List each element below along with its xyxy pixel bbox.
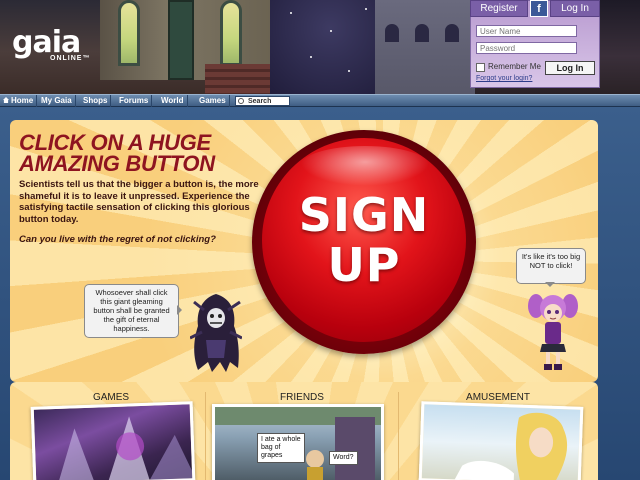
friends-thumbnail[interactable]: I ate a whole bag of grapes Word? bbox=[212, 404, 384, 480]
window-decoration bbox=[220, 0, 242, 66]
promo-headline: CLICK ON A HUGE AMAZING BUTTON bbox=[19, 130, 215, 176]
username-field[interactable] bbox=[476, 25, 577, 37]
door-decoration bbox=[168, 0, 194, 80]
girl-character-avatar bbox=[528, 294, 578, 370]
headline-line2: AMAZING BUTTON bbox=[19, 151, 215, 176]
signup-label-line2: UP bbox=[327, 238, 401, 292]
friends-speech-bubble-1: I ate a whole bag of grapes bbox=[257, 433, 305, 463]
nav-home-label: Home bbox=[11, 96, 34, 105]
facebook-icon[interactable]: f bbox=[530, 0, 548, 17]
search-label: Search bbox=[248, 98, 272, 105]
window-decoration bbox=[118, 0, 140, 66]
dark-character-avatar bbox=[190, 294, 242, 372]
section-divider bbox=[205, 392, 206, 480]
amusement-thumbnail[interactable] bbox=[418, 401, 584, 480]
search-icon bbox=[238, 98, 244, 104]
promo-question: Can you live with the regret of not clic… bbox=[19, 234, 216, 245]
games-scene-image bbox=[56, 416, 196, 480]
gaia-logo[interactable]: gaia ONLINE™ bbox=[12, 25, 91, 63]
castle-decoration bbox=[375, 0, 475, 94]
promo-description: Scientists tell us that the bigger a but… bbox=[19, 179, 259, 225]
signup-label-line1: SIGN bbox=[298, 188, 430, 242]
nav-shops[interactable]: Shops bbox=[80, 95, 112, 107]
nav-forums[interactable]: Forums bbox=[116, 95, 153, 107]
nav-home[interactable]: Home bbox=[0, 95, 38, 107]
games-thumbnail[interactable] bbox=[30, 401, 196, 480]
nav-my-gaia[interactable]: My Gaia bbox=[38, 95, 76, 107]
login-tab-button[interactable]: Log In bbox=[550, 0, 600, 17]
remember-me-label: Remember Me bbox=[488, 62, 541, 71]
home-icon bbox=[3, 97, 9, 103]
signup-button-shine bbox=[300, 146, 430, 186]
logo-wordmark: gaia bbox=[12, 25, 81, 60]
section-title-friends[interactable]: FRIENDS bbox=[222, 392, 382, 403]
password-field[interactable] bbox=[476, 42, 577, 54]
headline-line1: CLICK ON A HUGE bbox=[19, 130, 211, 155]
register-button[interactable]: Register bbox=[470, 0, 528, 17]
login-submit-button[interactable]: Log In bbox=[545, 61, 595, 75]
friends-speech-bubble-2: Word? bbox=[329, 451, 358, 465]
remember-me-checkbox[interactable] bbox=[476, 63, 485, 72]
speech-bubble-right: It's like it's too big NOT to click! bbox=[516, 248, 586, 287]
amusement-scene-image bbox=[451, 412, 568, 480]
logo-subtitle: ONLINE™ bbox=[50, 55, 91, 62]
speech-bubble-left: Whosoever shall click this giant gleamin… bbox=[84, 284, 182, 338]
nav-world[interactable]: World bbox=[158, 95, 188, 107]
section-divider bbox=[398, 392, 399, 480]
main-nav: Home My Gaia Shops Forums World Games Se… bbox=[0, 94, 640, 107]
search-box[interactable]: Search bbox=[235, 96, 290, 106]
forgot-login-link[interactable]: Forgot your login? bbox=[476, 75, 532, 82]
nav-games[interactable]: Games bbox=[196, 95, 230, 107]
login-tabs: Register f Log In bbox=[470, 0, 640, 18]
